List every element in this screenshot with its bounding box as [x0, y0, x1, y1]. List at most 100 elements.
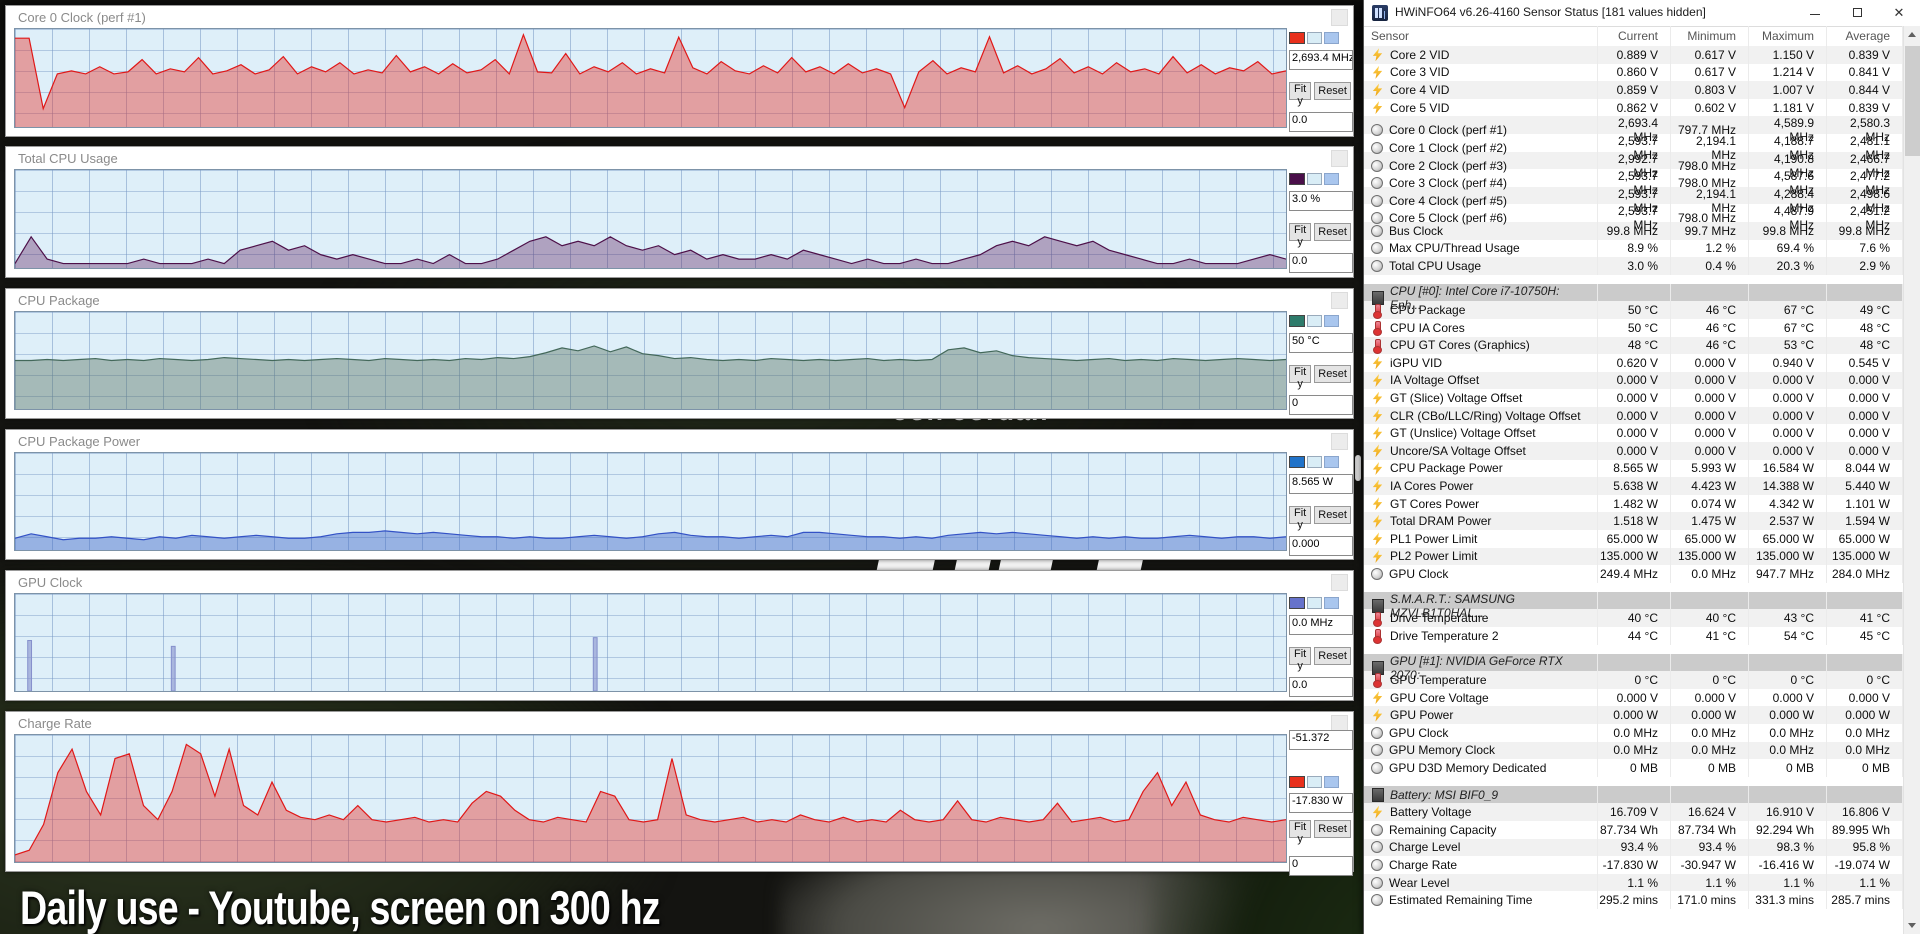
sensor-row[interactable]: IA Cores Power 5.638 W 4.423 W 14.388 W 5.44… [1364, 477, 1903, 495]
series-color-swatch[interactable] [1289, 597, 1305, 609]
sensor-row[interactable]: Wear Level 1.1 % 1.1 % 1.1 % 1.1 % [1364, 873, 1903, 892]
reset-button[interactable]: Reset [1314, 506, 1351, 524]
sensor-row[interactable]: Core 3 Clock (perf #4) 2,593.7 MHz 798.0 M… [1364, 169, 1903, 198]
reset-button[interactable]: Reset [1314, 223, 1351, 241]
sensor-row[interactable]: Estimated Remaining Time 295.2 mins 171.0 … [1364, 891, 1903, 909]
sensor-row[interactable]: Total CPU Usage 3.0 % 0.4 % 20.3 % 2.9 % [1364, 257, 1903, 275]
reset-button[interactable]: Reset [1314, 820, 1351, 838]
close-button[interactable]: ✕ [1878, 0, 1920, 26]
sensor-section-header[interactable]: Battery: MSI BIF0_9 [1364, 785, 1903, 804]
sensor-row[interactable]: Remaining Capacity 87.734 Wh 87.734 Wh 92.2… [1364, 820, 1903, 839]
scroll-down-icon[interactable] [1904, 917, 1920, 934]
graph-window[interactable]: CPU Package 50 °C Fit y Reset 0 [5, 288, 1354, 419]
series-color-swatch[interactable] [1289, 173, 1305, 185]
graph-corner-button[interactable] [1331, 433, 1348, 450]
sensor-row[interactable]: Core 5 VID 0.862 V 0.602 V 1.181 V 0.839 V [1364, 98, 1903, 117]
sensor-row[interactable]: Drive Temperature 40 °C 40 °C 43 °C 41 °C [1364, 609, 1903, 627]
vertical-scrollbar[interactable] [1903, 26, 1920, 934]
sensor-row[interactable]: iGPU VID 0.620 V 0.000 V 0.940 V 0.545 V [1364, 354, 1903, 372]
graph-corner-button[interactable] [1331, 292, 1348, 309]
fit-y-button[interactable]: Fit y [1289, 365, 1312, 390]
sensor-table-header[interactable]: Sensor Current Minimum Maximum Average [1364, 26, 1903, 47]
graph-min-scale-input[interactable]: 0.0 [1289, 253, 1353, 273]
background-color-swatch[interactable] [1307, 315, 1322, 327]
fit-y-button[interactable]: Fit y [1289, 647, 1312, 672]
graph-scale-input[interactable]: -51.372 [1289, 730, 1353, 750]
grid-color-swatch[interactable] [1324, 776, 1339, 788]
sensor-row[interactable]: GT Cores Power 1.482 W 0.074 W 4.342 W 1.101… [1364, 494, 1903, 513]
fit-y-button[interactable]: Fit y [1289, 82, 1312, 107]
sensor-row[interactable]: Core 2 Clock (perf #3) 2,992.7 MHz 798.0 M… [1364, 151, 1903, 180]
sensor-row[interactable]: Core 5 Clock (perf #6) 2,593.7 MHz 798.0 M… [1364, 204, 1903, 233]
graph-window[interactable]: Total CPU Usage 3.0 % Fit y Reset 0.0 [5, 146, 1354, 278]
sensor-row[interactable]: CLR (CBo/LLC/Ring) Voltage Offset 0.000 V… [1364, 406, 1903, 425]
column-minimum[interactable]: Minimum [1671, 26, 1749, 46]
sensor-row[interactable]: GPU Clock 249.4 MHz 0.0 MHz 947.7 MHz 284.0 … [1364, 565, 1903, 583]
column-sensor[interactable]: Sensor [1364, 26, 1598, 46]
sensor-row[interactable]: Drive Temperature 2 44 °C 41 °C 54 °C 45 °C [1364, 627, 1903, 645]
sensor-row[interactable]: Max CPU/Thread Usage 8.9 % 1.2 % 69.4 % 7.6 … [1364, 239, 1903, 258]
background-color-swatch[interactable] [1307, 173, 1322, 185]
graph-corner-button[interactable] [1331, 574, 1348, 591]
column-average[interactable]: Average [1827, 26, 1903, 46]
series-color-swatch[interactable] [1289, 776, 1305, 788]
column-maximum[interactable]: Maximum [1749, 26, 1827, 46]
sensor-row[interactable]: Core 3 VID 0.860 V 0.617 V 1.214 V 0.841 V [1364, 63, 1903, 82]
sensor-row[interactable]: CPU GT Cores (Graphics) 48 °C 46 °C 53 °C 48… [1364, 336, 1903, 355]
sensor-row[interactable]: Charge Rate -17.830 W -30.947 W -16.416 W -1… [1364, 856, 1903, 874]
sensor-row[interactable]: Battery Voltage 16.709 V 16.624 V 16.910 V1… [1364, 803, 1903, 821]
sensor-row[interactable]: GPU Memory Clock 0.0 MHz 0.0 MHz 0.0 MHz 0.0… [1364, 741, 1903, 760]
reset-button[interactable]: Reset [1314, 365, 1351, 383]
column-current[interactable]: Current [1598, 26, 1671, 46]
grid-color-swatch[interactable] [1324, 173, 1339, 185]
minimize-button[interactable] [1794, 0, 1836, 26]
scrollbar-thumb[interactable] [1905, 46, 1920, 156]
sensor-section-header[interactable]: CPU [#0]: Intel Core i7-10750H: Enh... [1364, 283, 1903, 312]
sensor-row[interactable]: GPU Clock 0.0 MHz 0.0 MHz 0.0 MHz 0.0 MHz [1364, 723, 1903, 742]
sensor-row[interactable]: Core 2 VID 0.889 V 0.617 V 1.150 V 0.839 V [1364, 46, 1903, 64]
background-color-swatch[interactable] [1307, 456, 1322, 468]
sensor-row[interactable]: PL2 Power Limit 135.000 W 135.000 W 135.000… [1364, 547, 1903, 566]
background-color-swatch[interactable] [1307, 597, 1322, 609]
graph-window[interactable]: CPU Package Power 8.565 W Fit y Reset 0.… [5, 429, 1354, 560]
sensor-row[interactable]: Core 4 VID 0.859 V 0.803 V 1.007 V 0.844 V [1364, 81, 1903, 99]
sensor-row[interactable]: Core 0 Clock (perf #1) 2,693.4 MHz 797.7 M… [1364, 116, 1903, 145]
sensor-row[interactable]: CPU Package Power 8.565 W 5.993 W 16.584 W8… [1364, 459, 1903, 478]
sensor-row[interactable]: CPU IA Cores 50 °C 46 °C 67 °C 48 °C [1364, 318, 1903, 337]
graph-min-scale-input[interactable]: 0 [1289, 856, 1353, 876]
sensor-row[interactable]: Charge Level 93.4 % 93.4 % 98.3 % 95.8 % [1364, 838, 1903, 857]
sensor-row[interactable]: GPU D3D Memory Dedicated 0 MB 0 MB 0 MB 0 MB [1364, 759, 1903, 777]
graph-min-scale-input[interactable]: 0.000 [1289, 536, 1353, 556]
sensor-section-header[interactable]: GPU [#1]: NVIDIA GeForce RTX 2070: [1364, 653, 1903, 682]
grid-color-swatch[interactable] [1324, 32, 1339, 44]
graph-min-scale-input[interactable]: 0.0 [1289, 677, 1353, 697]
graph-corner-button[interactable] [1331, 150, 1348, 167]
background-color-swatch[interactable] [1307, 32, 1322, 44]
grid-color-swatch[interactable] [1324, 597, 1339, 609]
series-color-swatch[interactable] [1289, 32, 1305, 44]
graph-min-scale-input[interactable]: 0.0 [1289, 112, 1353, 132]
sensor-row[interactable]: GPU Temperature 0 °C 0 °C 0 °C 0 °C [1364, 671, 1903, 689]
series-color-swatch[interactable] [1289, 315, 1305, 327]
sensor-row[interactable]: IA Voltage Offset 0.000 V 0.000 V 0.000 V 0.… [1364, 371, 1903, 390]
graph-corner-button[interactable] [1331, 9, 1348, 26]
hwinfo-titlebar[interactable]: HWiNFO64 v6.26-4160 Sensor Status [181 v… [1364, 0, 1920, 27]
sensor-row[interactable]: PL1 Power Limit 65.000 W 65.000 W 65.000 W6… [1364, 530, 1903, 548]
series-color-swatch[interactable] [1289, 456, 1305, 468]
graph-window[interactable]: Core 0 Clock (perf #1) 2,693.4 MHz Fit y… [5, 5, 1354, 137]
reset-button[interactable]: Reset [1314, 647, 1351, 665]
scroll-up-icon[interactable] [1904, 26, 1920, 43]
sensor-row[interactable]: Core 4 Clock (perf #5) 2,593.7 MHz 2,194.1… [1364, 186, 1903, 215]
sensor-row[interactable]: Core 1 Clock (perf #2) 2,593.7 MHz 2,194.1… [1364, 133, 1903, 162]
fit-y-button[interactable]: Fit y [1289, 223, 1312, 248]
sensor-row[interactable]: Bus Clock 99.8 MHz 99.7 MHz 99.8 MHz 99.8 MH… [1364, 221, 1903, 240]
reset-button[interactable]: Reset [1314, 82, 1351, 100]
sensor-section-header[interactable]: S.M.A.R.T.: SAMSUNG MZVLB1T0HAL... [1364, 591, 1903, 620]
maximize-button[interactable] [1836, 0, 1878, 26]
hwinfo-window[interactable]: HWiNFO64 v6.26-4160 Sensor Status [181 v… [1363, 0, 1920, 934]
sensor-row[interactable]: GPU Power 0.000 W 0.000 W 0.000 W 0.000 W [1364, 706, 1903, 724]
sensor-row[interactable]: CPU Package 50 °C 46 °C 67 °C 49 °C [1364, 301, 1903, 319]
grid-color-swatch[interactable] [1324, 315, 1339, 327]
graph-window[interactable]: Charge Rate -51.372 -17.830 W Fit y Rese… [5, 711, 1354, 876]
sensor-row[interactable]: GPU Core Voltage 0.000 V 0.000 V 0.000 V 0.0… [1364, 688, 1903, 707]
